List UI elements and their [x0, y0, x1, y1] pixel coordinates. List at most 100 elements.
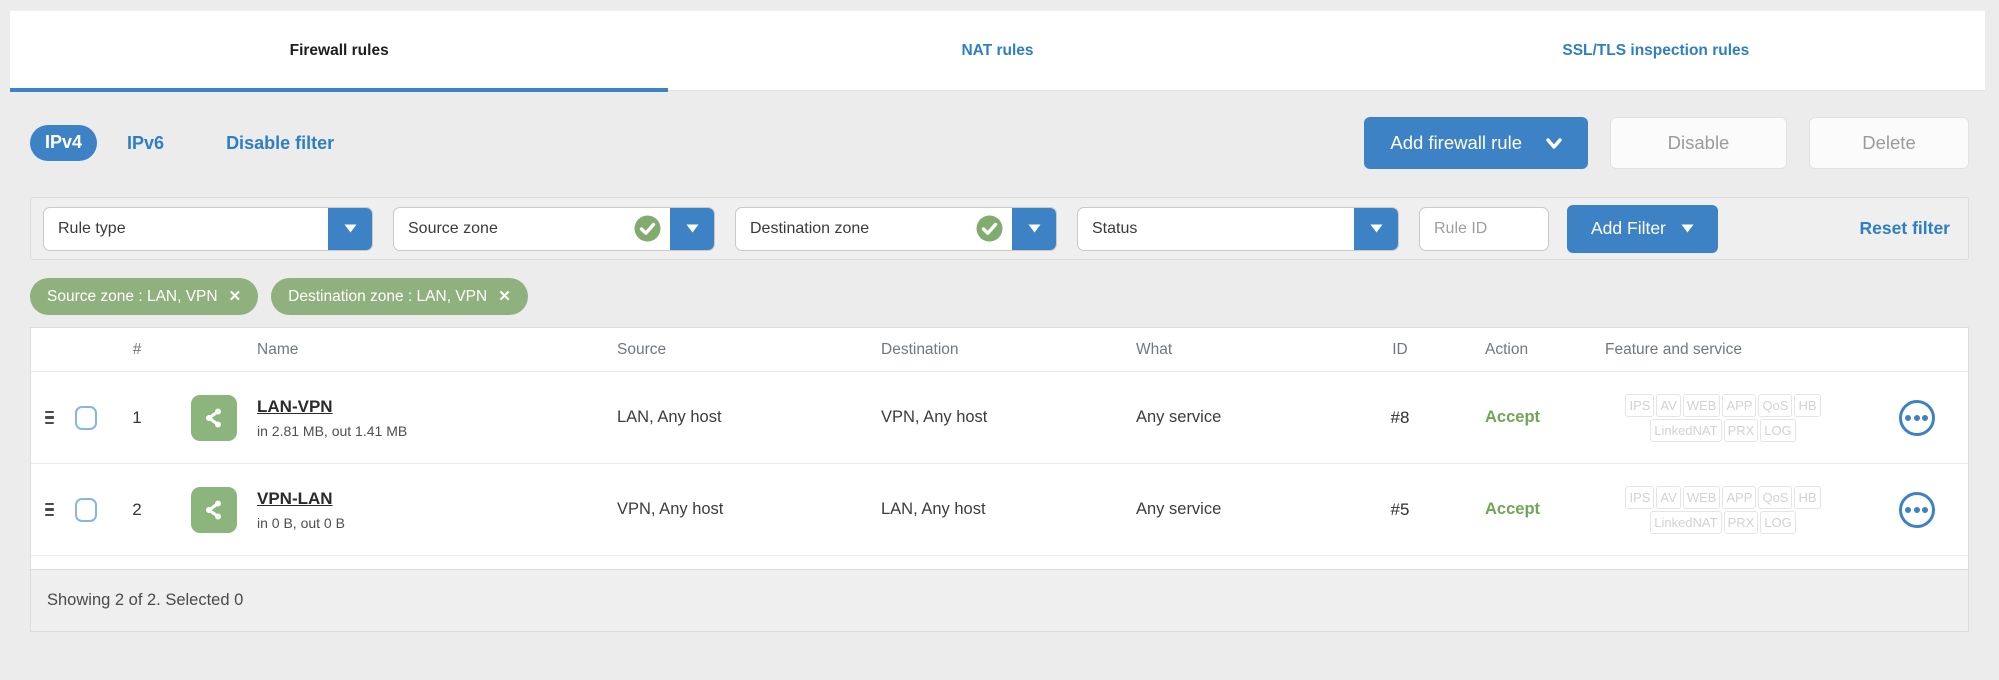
ipv6-toggle[interactable]: IPv6 [127, 133, 164, 154]
feature-tag: LinkedNAT [1650, 510, 1722, 534]
feature-tag: QoS [1758, 393, 1793, 417]
tab-ssl-tls-inspection-rules[interactable]: SSL/TLS inspection rules [1327, 11, 1985, 90]
rule-id: #5 [1390, 499, 1410, 519]
column-header-destination: Destination [881, 340, 959, 358]
rule-traffic-stats: in 0 B, out 0 B [257, 514, 345, 531]
rule-source: LAN, Any host [617, 408, 722, 426]
chevron-down-icon [1681, 224, 1694, 233]
column-header-name: Name [257, 340, 299, 358]
row-number: 1 [132, 407, 142, 427]
rule-destination: VPN, Any host [881, 408, 988, 426]
add-firewall-rule-label: Add firewall rule [1390, 132, 1522, 153]
tab-ssl-tls-inspection-rules-label: SSL/TLS inspection rules [1562, 41, 1750, 59]
rule-traffic-stats: in 2.81 MB, out 1.41 MB [257, 422, 408, 439]
tab-nat-rules[interactable]: NAT rules [668, 11, 1326, 90]
disable-filter-link[interactable]: Disable filter [226, 133, 334, 154]
source-zone-dropdown[interactable]: Source zone [393, 206, 715, 251]
reset-filter-link[interactable]: Reset filter [1860, 218, 1956, 239]
check-circle-icon [634, 215, 661, 242]
delete-button[interactable]: Delete [1809, 117, 1969, 169]
tab-nat-rules-label: NAT rules [961, 41, 1034, 59]
destination-zone-dropdown-label: Destination zone [750, 219, 870, 237]
source-zone-dropdown-label: Source zone [408, 219, 498, 237]
status-dropdown-label: Status [1092, 219, 1138, 237]
destination-zone-dropdown[interactable]: Destination zone [735, 206, 1057, 251]
add-firewall-rule-button[interactable]: Add firewall rule [1364, 117, 1588, 169]
firewall-rules-table: # Name Source Destination What ID Action… [30, 327, 1969, 632]
filter-bar: Rule type Source zone Destination zone S… [30, 197, 1969, 260]
rule-type-dropdown[interactable]: Rule type [43, 206, 373, 251]
table-row: 2 VPN-LAN in 0 B, out 0 B VPN, Any host … [31, 464, 1968, 556]
close-icon[interactable]: ✕ [229, 289, 242, 304]
rule-what: Any service [1136, 500, 1222, 518]
drag-handle[interactable] [31, 410, 67, 425]
column-header-number: # [132, 340, 142, 358]
feature-tag: LOG [1760, 418, 1796, 442]
rule-id: #8 [1390, 407, 1410, 427]
column-header-feature-service: Feature and service [1605, 340, 1742, 358]
chevron-down-icon [1546, 137, 1562, 149]
chevron-down-icon[interactable] [328, 207, 372, 250]
column-header-what: What [1136, 340, 1173, 358]
feature-tag: APP [1722, 485, 1757, 509]
feature-tag: AV [1656, 485, 1681, 509]
rule-name-link[interactable]: VPN-LAN [257, 489, 345, 509]
feature-service-tags: IPS AV WEB APP QoS HB LinkedNAT PRX LOG [1585, 485, 1865, 535]
rule-what: Any service [1136, 408, 1222, 426]
controls-row: IPv4 IPv6 Disable filter Add firewall ru… [30, 117, 1969, 169]
add-filter-button[interactable]: Add Filter [1567, 204, 1718, 253]
row-checkbox[interactable] [75, 405, 97, 430]
rule-action: Accept [1485, 408, 1541, 426]
feature-tag: IPS [1625, 485, 1655, 509]
row-number: 2 [132, 499, 142, 519]
rule-id-input[interactable] [1419, 206, 1549, 251]
active-filter-chips: Source zone : LAN, VPN ✕ Destination zon… [30, 278, 1969, 315]
feature-tag: IPS [1625, 393, 1655, 417]
feature-tag: WEB [1682, 485, 1721, 509]
ellipsis-menu-icon[interactable] [1898, 399, 1935, 436]
rule-source: VPN, Any host [617, 500, 724, 518]
table-status-text: Showing 2 of 2. Selected 0 [47, 591, 244, 609]
table-row: 1 LAN-VPN in 2.81 MB, out 1.41 MB LAN, A… [31, 372, 1968, 464]
feature-tag: PRX [1723, 418, 1759, 442]
feature-tag: LinkedNAT [1650, 418, 1722, 442]
add-filter-label: Add Filter [1591, 218, 1666, 238]
ipv4-toggle[interactable]: IPv4 [30, 125, 98, 161]
check-circle-icon [976, 215, 1003, 242]
feature-tag: LOG [1760, 510, 1796, 534]
chevron-down-icon[interactable] [1354, 207, 1398, 250]
disable-button[interactable]: Disable [1610, 117, 1787, 169]
feature-tag: HB [1794, 485, 1821, 509]
rule-action: Accept [1485, 500, 1541, 518]
chevron-down-icon[interactable] [1012, 207, 1056, 250]
rule-type-tabbar: Firewall rules NAT rules SSL/TLS inspect… [10, 10, 1985, 92]
rule-destination: LAN, Any host [881, 500, 986, 518]
rule-name-link[interactable]: LAN-VPN [257, 397, 407, 417]
drag-handle-icon [44, 410, 54, 425]
status-dropdown[interactable]: Status [1077, 206, 1399, 251]
filter-chip-source-zone[interactable]: Source zone : LAN, VPN ✕ [30, 278, 259, 315]
rule-type-dropdown-label: Rule type [58, 219, 126, 237]
share-rule-icon[interactable] [191, 394, 237, 441]
row-checkbox[interactable] [75, 497, 97, 522]
close-icon[interactable]: ✕ [498, 289, 511, 304]
feature-tag: HB [1794, 393, 1821, 417]
filter-chip-destination-zone[interactable]: Destination zone : LAN, VPN ✕ [271, 278, 528, 315]
feature-tag: PRX [1723, 510, 1759, 534]
ellipsis-menu-icon[interactable] [1898, 491, 1935, 528]
tab-firewall-rules-label: Firewall rules [289, 41, 389, 59]
tab-firewall-rules[interactable]: Firewall rules [10, 11, 669, 92]
column-header-id: ID [1392, 340, 1408, 358]
column-header-action: Action [1485, 340, 1529, 358]
feature-service-tags: IPS AV WEB APP QoS HB LinkedNAT PRX LOG [1585, 393, 1865, 443]
filter-chip-label: Source zone : LAN, VPN [47, 287, 218, 305]
table-header-row: # Name Source Destination What ID Action… [31, 328, 1968, 372]
share-rule-icon[interactable] [191, 486, 237, 533]
feature-tag: WEB [1682, 393, 1721, 417]
table-footer: Showing 2 of 2. Selected 0 [31, 569, 1968, 631]
feature-tag: QoS [1758, 485, 1793, 509]
filter-chip-label: Destination zone : LAN, VPN [288, 287, 488, 305]
drag-handle[interactable] [31, 502, 67, 517]
feature-tag: AV [1656, 393, 1681, 417]
chevron-down-icon[interactable] [670, 207, 714, 250]
